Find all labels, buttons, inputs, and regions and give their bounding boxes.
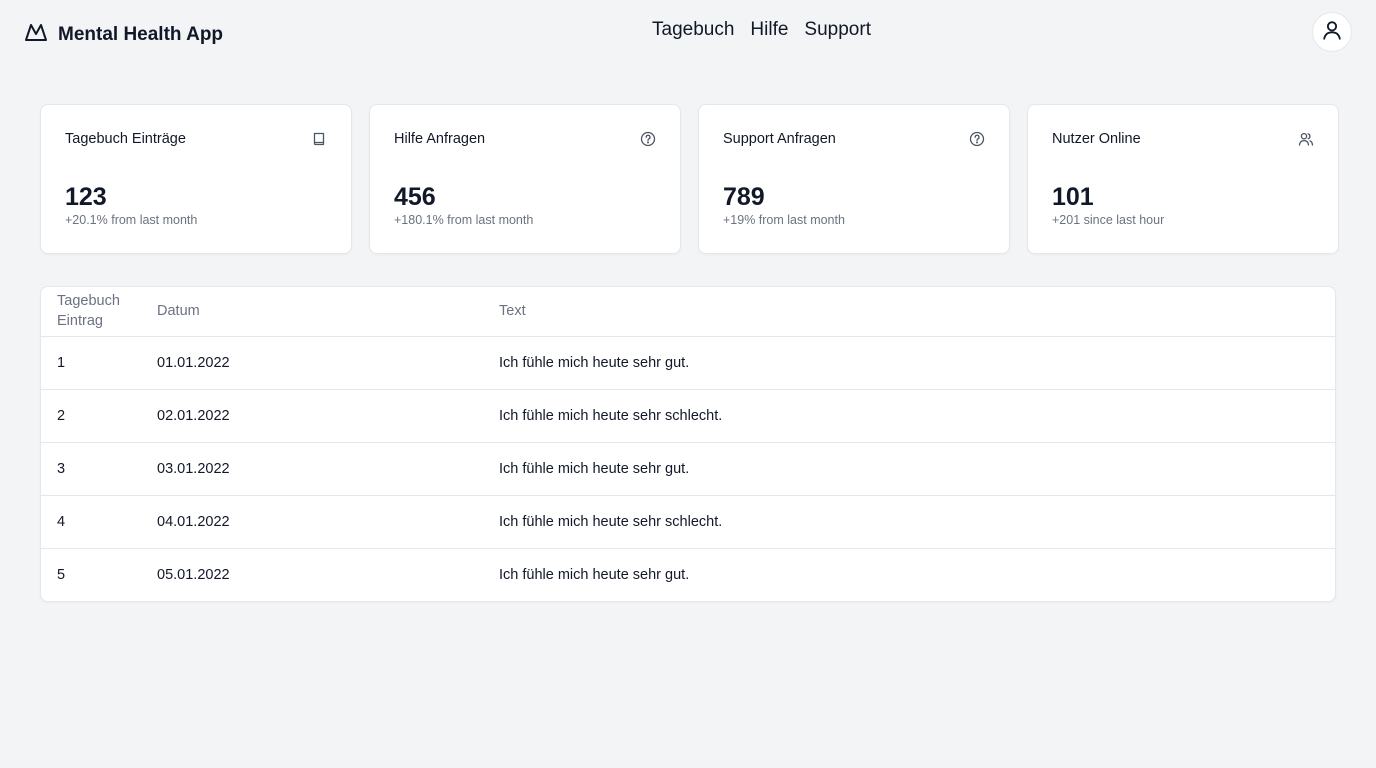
date-cell: 05.01.2022 bbox=[157, 547, 499, 601]
stat-card-change: +19% from last month bbox=[723, 213, 845, 227]
stat-card-title: Tagebuch Einträge bbox=[65, 131, 186, 147]
stat-card-nutzer: Nutzer Online 101 +201 since last hour bbox=[1027, 104, 1339, 254]
stat-card-value: 123 bbox=[65, 183, 107, 211]
brand[interactable]: Mental Health App bbox=[24, 20, 223, 49]
stat-card-change: +20.1% from last month bbox=[65, 213, 198, 227]
nav-link-tagebuch[interactable]: Tagebuch bbox=[652, 19, 734, 41]
date-cell: 04.01.2022 bbox=[157, 494, 499, 548]
users-icon bbox=[1298, 131, 1314, 147]
mountain-logo-icon bbox=[24, 20, 48, 49]
text-cell: Ich fühle mich heute sehr schlecht. bbox=[499, 388, 1335, 442]
stat-card-title: Hilfe Anfragen bbox=[394, 131, 486, 147]
stat-card-tagebuch: Tagebuch Einträge 123 +20.1% from last m… bbox=[40, 104, 352, 254]
stat-card-support: Support Anfragen 789 +19% from last mont… bbox=[698, 104, 1010, 254]
entry-cell: 4 bbox=[41, 494, 157, 548]
user-avatar-button[interactable] bbox=[1312, 12, 1352, 52]
column-header-text: Text bbox=[499, 303, 526, 320]
date-cell: 01.01.2022 bbox=[157, 335, 499, 389]
text-cell: Ich fühle mich heute sehr gut. bbox=[499, 441, 1335, 495]
table-row[interactable]: 1 01.01.2022 Ich fühle mich heute sehr g… bbox=[41, 335, 1335, 389]
entry-cell: 3 bbox=[41, 441, 157, 495]
date-cell: 03.01.2022 bbox=[157, 441, 499, 495]
nav-link-hilfe[interactable]: Hilfe bbox=[750, 19, 788, 41]
help-circle-icon bbox=[640, 131, 656, 147]
table-row[interactable]: 2 02.01.2022 Ich fühle mich heute sehr s… bbox=[41, 388, 1335, 442]
text-cell: Ich fühle mich heute sehr schlecht. bbox=[499, 494, 1335, 548]
stat-card-title: Support Anfragen bbox=[723, 131, 836, 147]
text-cell: Ich fühle mich heute sehr gut. bbox=[499, 547, 1335, 601]
stat-card-value: 101 bbox=[1052, 183, 1094, 211]
stat-card-hilfe: Hilfe Anfragen 456 +180.1% from last mon… bbox=[369, 104, 681, 254]
table-row[interactable]: 3 03.01.2022 Ich fühle mich heute sehr g… bbox=[41, 441, 1335, 495]
entry-cell: 1 bbox=[41, 335, 157, 389]
entry-cell: 2 bbox=[41, 388, 157, 442]
stats-cards: Tagebuch Einträge 123 +20.1% from last m… bbox=[40, 104, 1339, 254]
date-cell: 02.01.2022 bbox=[157, 388, 499, 442]
book-icon bbox=[311, 131, 327, 147]
user-icon bbox=[1321, 19, 1343, 46]
top-header: Mental Health App Tagebuch Hilfe Support bbox=[0, 0, 1376, 64]
table-row[interactable]: 4 04.01.2022 Ich fühle mich heute sehr s… bbox=[41, 494, 1335, 548]
help-circle-icon bbox=[969, 131, 985, 147]
entry-cell: 5 bbox=[41, 547, 157, 601]
nav-link-support[interactable]: Support bbox=[804, 19, 871, 41]
stat-card-title: Nutzer Online bbox=[1052, 131, 1141, 147]
stat-card-value: 789 bbox=[723, 183, 765, 211]
column-header-date: Datum bbox=[157, 303, 200, 320]
table-header-row: Tagebuch Eintrag Datum Text bbox=[41, 287, 1335, 336]
stat-card-change: +180.1% from last month bbox=[394, 213, 534, 227]
table-row[interactable]: 5 05.01.2022 Ich fühle mich heute sehr g… bbox=[41, 547, 1335, 601]
app-title: Mental Health App bbox=[58, 23, 224, 45]
main-nav: Tagebuch Hilfe Support bbox=[652, 19, 871, 41]
text-cell: Ich fühle mich heute sehr gut. bbox=[499, 335, 1335, 389]
diary-table: Tagebuch Eintrag Datum Text 1 01.01.2022… bbox=[40, 286, 1336, 602]
stat-card-value: 456 bbox=[394, 183, 436, 211]
stat-card-change: +201 since last hour bbox=[1052, 213, 1165, 227]
column-header-entry: Tagebuch Eintrag bbox=[57, 293, 120, 330]
